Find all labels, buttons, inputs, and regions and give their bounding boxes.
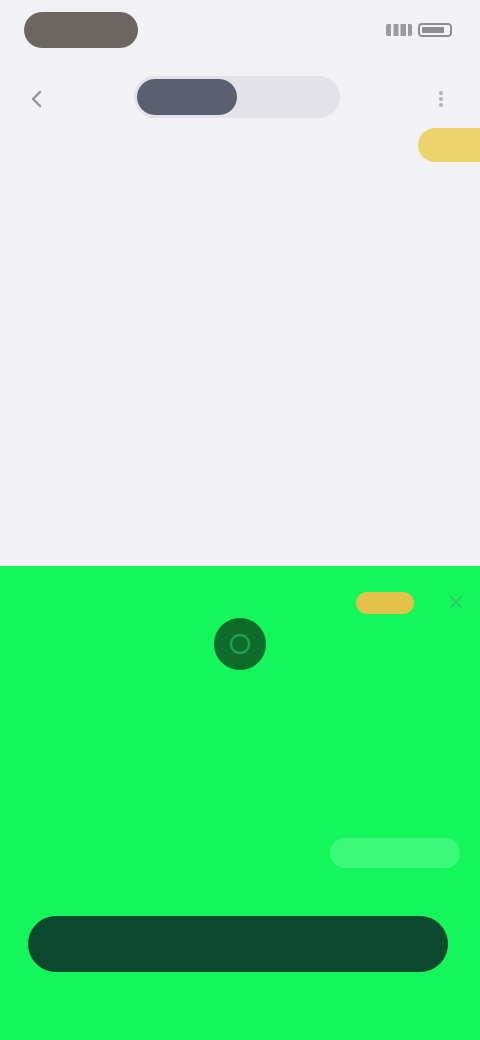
status-pill <box>24 12 138 48</box>
close-icon <box>450 596 462 608</box>
tab-second[interactable] <box>237 79 337 115</box>
more-icon <box>439 91 443 107</box>
back-button[interactable] <box>20 82 54 116</box>
battery-icon <box>418 23 452 37</box>
tab-first[interactable] <box>137 79 237 115</box>
signal-icon <box>386 24 412 36</box>
article <box>0 124 480 564</box>
tab-switcher <box>134 76 340 118</box>
more-button[interactable] <box>424 82 458 116</box>
top-nav <box>0 70 480 126</box>
close-button[interactable] <box>442 588 470 616</box>
status-bar <box>0 0 480 60</box>
badge[interactable] <box>418 128 480 162</box>
primary-button[interactable] <box>28 916 448 972</box>
app-logo-icon <box>214 618 266 670</box>
option-row <box>22 836 460 896</box>
option-toggle[interactable] <box>330 838 460 868</box>
status-icons <box>356 20 452 40</box>
chevron-left-icon <box>31 90 42 108</box>
bottom-sheet <box>0 566 480 1040</box>
sheet-tag <box>356 592 414 614</box>
